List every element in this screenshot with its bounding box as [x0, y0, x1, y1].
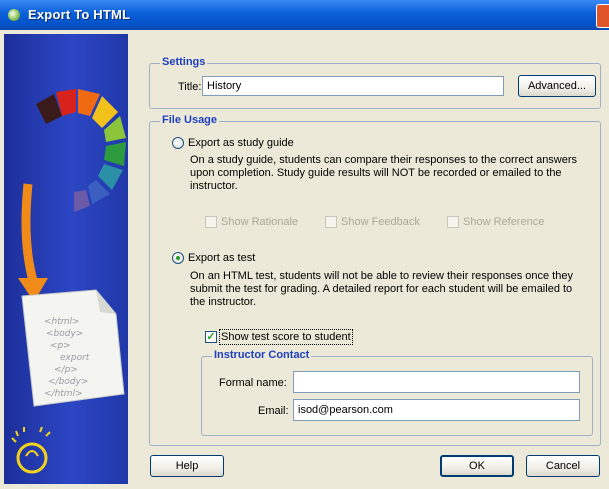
export-test-description: On an HTML test, students will not be ab… — [190, 270, 573, 308]
instructor-contact-group — [201, 356, 593, 436]
show-score-label[interactable]: Show test score to student — [219, 329, 353, 345]
show-reference-checkbox[interactable] — [447, 216, 459, 228]
doc-line: <html> — [44, 317, 80, 327]
show-reference-label: Show Reference — [463, 216, 545, 228]
app-icon — [8, 9, 20, 21]
instructor-contact-title: Instructor Contact — [212, 349, 312, 361]
show-feedback-label: Show Feedback — [341, 216, 420, 228]
email-label: Email: — [258, 405, 289, 417]
doc-line: <body> — [46, 329, 83, 339]
cancel-button[interactable]: Cancel — [526, 455, 600, 477]
doc-line: export — [60, 353, 90, 363]
doc-line: </html> — [44, 389, 83, 399]
lightbulb-logo-icon — [11, 426, 51, 474]
study-guide-description: On a study guide, students can compare t… — [190, 154, 578, 192]
doc-line: </p> — [54, 365, 78, 375]
document-icon: <html> <body> <p> export </p> </body> </… — [21, 289, 125, 407]
title-bar[interactable]: Export To HTML — [0, 0, 609, 30]
window-title: Export To HTML — [28, 7, 131, 22]
formal-name-label: Formal name: — [219, 377, 287, 389]
close-icon[interactable] — [596, 4, 609, 28]
formal-name-input[interactable] — [293, 371, 580, 393]
email-input[interactable] — [293, 399, 580, 421]
show-rationale-checkbox[interactable] — [205, 216, 217, 228]
ok-button[interactable]: OK — [440, 455, 514, 477]
doc-line: <p> — [50, 341, 71, 351]
settings-group-title: Settings — [160, 56, 208, 68]
export-test-radio[interactable] — [172, 252, 184, 264]
help-button[interactable]: Help — [150, 455, 224, 477]
doc-line: </body> — [48, 377, 88, 387]
show-rationale-label: Show Rationale — [221, 216, 299, 228]
show-feedback-checkbox[interactable] — [325, 216, 337, 228]
study-guide-radio[interactable] — [172, 137, 184, 149]
sidebar-illustration: <html> <body> <p> export </p> </body> </… — [4, 34, 128, 484]
advanced-button[interactable]: Advanced... — [518, 75, 596, 97]
title-label: Title: — [178, 81, 202, 93]
study-guide-label[interactable]: Export as study guide — [188, 137, 294, 149]
title-input[interactable] — [202, 76, 504, 96]
file-usage-group-title: File Usage — [160, 114, 220, 126]
export-test-label[interactable]: Export as test — [188, 252, 255, 264]
color-arc-graphic — [36, 89, 126, 212]
show-score-checkbox[interactable]: ✓ — [205, 331, 217, 343]
